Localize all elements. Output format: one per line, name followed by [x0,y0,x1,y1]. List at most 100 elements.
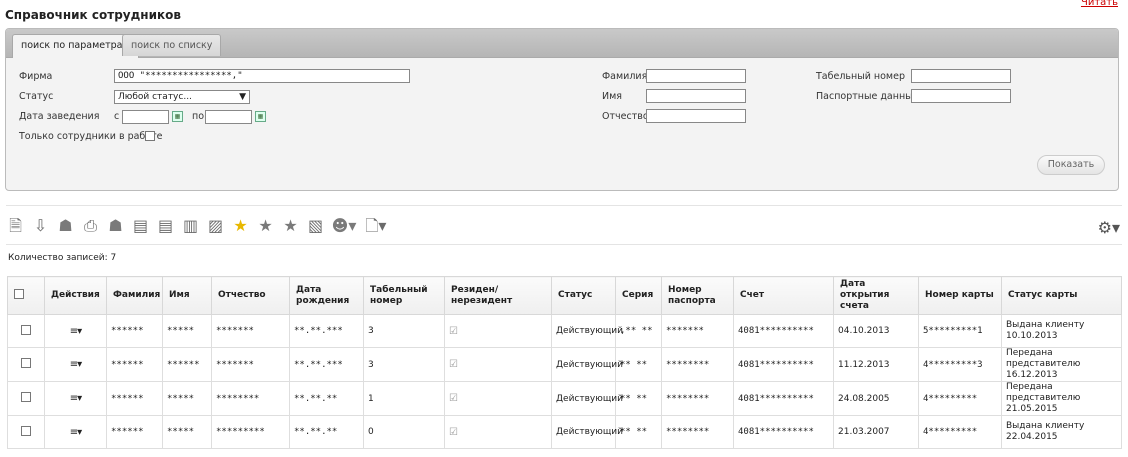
select-all-header[interactable] [7,276,45,315]
date-from-input[interactable] [122,110,169,124]
cell-birth-date: **.**.** [289,415,364,449]
col-status[interactable]: Статус [551,276,616,315]
date-to-input[interactable] [205,110,252,124]
firm-label: Фирма [19,71,53,82]
passport-input[interactable] [911,89,1011,103]
menu-icon[interactable]: ≡▾ [70,359,82,370]
row-select-cell[interactable] [7,415,45,449]
cell-birth-date: **.**.*** [289,347,364,382]
col-opened-date[interactable]: Дата открытия счета [833,276,919,315]
printer-icon[interactable]: ⎙ [81,216,100,236]
card-swap-icon[interactable]: ▥ [181,216,200,236]
toolbar: 🗎 ⇩ ☗ ⎙ ☗ ▤ ▤ ▥ ▨ ★ ★ ★ ▧ ☻▾ 🗋▾ [6,216,395,238]
col-tab-number[interactable]: Табельный номер [363,276,445,315]
star-gray-icon[interactable]: ★ [256,216,275,236]
col-passport[interactable]: Номер паспорта [661,276,734,315]
new-document-icon[interactable]: 🗎 [6,216,25,236]
row-select-cell[interactable] [7,314,45,348]
table-row[interactable]: ≡▾ ****** ***** ********* **.**.** 0 ☑ Д… [7,415,1122,449]
status-select[interactable]: Любой статус... ▼ [114,90,250,104]
star-edit-icon[interactable]: ★ [281,216,300,236]
card-edit-icon[interactable]: ▤ [156,216,175,236]
cell-account: 4081********** [733,415,834,449]
row-actions-cell[interactable]: ≡▾ [44,347,107,382]
table-row[interactable]: ≡▾ ****** ***** ******** **.**.** 1 ☑ Де… [7,381,1122,416]
row-select-cell[interactable] [7,381,45,416]
gear-icon[interactable]: ⚙▾ [1098,218,1120,237]
award-icon[interactable]: ☗ [56,216,75,236]
select-all-checkbox[interactable] [14,288,24,299]
col-first-name[interactable]: Имя [162,276,212,315]
cell-account: 4081********** [733,314,834,348]
row-checkbox[interactable] [21,324,31,335]
cards-stack-icon[interactable]: ▨ [206,216,225,236]
col-series[interactable]: Серия [615,276,662,315]
cell-card-number: 4********* [918,381,1002,416]
tab-search-list[interactable]: поиск по списку [122,34,222,56]
cell-passport: ******** [661,381,734,416]
tab-search-params[interactable]: поиск по параметрам [12,34,139,58]
download-icon[interactable]: ⇩ [31,216,50,236]
read-link[interactable]: Читать [1081,0,1118,8]
cell-opened-date: 11.12.2013 [833,347,919,382]
cell-last-name: ****** [106,381,163,416]
col-birth-date[interactable]: Дата рождения [289,276,364,315]
divider [6,244,1122,245]
table-row[interactable]: ≡▾ ****** ****** ******* **.**.*** 3 ☑ Д… [7,347,1122,382]
cell-tab-number: 3 [363,314,445,348]
cell-tab-number: 0 [363,415,445,449]
show-button[interactable]: Показать [1037,155,1105,175]
row-actions-cell[interactable]: ≡▾ [44,415,107,449]
users-dropdown-icon[interactable]: ☻▾ [331,216,357,236]
cell-status: Действующий [551,415,623,449]
first-name-input[interactable] [646,89,746,103]
search-panel: поиск по параметрам поиск по списку Фирм… [5,28,1119,191]
calendar-icon[interactable]: ▦ [255,111,266,122]
table-row[interactable]: ≡▾ ****** ***** ******* **.**.*** 3 ☑ Де… [7,314,1122,348]
col-card-number[interactable]: Номер карты [918,276,1002,315]
row-actions-cell[interactable]: ≡▾ [44,314,107,348]
middle-name-input[interactable] [646,109,746,123]
col-middle-name[interactable]: Отчество [211,276,290,315]
cell-middle-name: ********* [211,415,290,449]
document-dropdown-icon[interactable]: 🗋▾ [363,216,389,236]
tab-bar: поиск по параметрам поиск по списку [6,29,1118,58]
row-checkbox[interactable] [21,358,31,368]
row-checkbox[interactable] [21,425,31,436]
passport-label: Паспортные данные [816,91,919,102]
date-label: Дата заведения [19,111,100,122]
calendar-icon[interactable]: ▦ [172,111,183,122]
cell-card-number: 4*********3 [918,347,1002,382]
cell-first-name: ***** [162,415,212,449]
cell-card-status: Выдана клиенту 10.10.2013 [1001,314,1122,348]
cell-tab-number: 3 [363,347,445,382]
star-icon[interactable]: ★ [231,216,250,236]
cell-last-name: ****** [106,347,163,382]
col-account[interactable]: Счет [733,276,834,315]
award-dark-icon[interactable]: ☗ [106,216,125,236]
firm-input[interactable]: ООО "****************," [114,69,410,83]
menu-icon[interactable]: ≡▾ [70,326,82,337]
col-last-name[interactable]: Фамилия [106,276,163,315]
only-active-checkbox[interactable] [145,131,155,141]
row-actions-cell[interactable]: ≡▾ [44,381,107,416]
card-copy-icon[interactable]: ▧ [306,216,325,236]
cell-resident: ☑ [444,381,552,416]
col-actions[interactable]: Действия [44,276,107,315]
cell-passport: ******** [661,415,734,449]
cell-passport: ******** [661,347,734,382]
card-icon[interactable]: ▤ [131,216,150,236]
menu-icon[interactable]: ≡▾ [70,393,82,404]
row-checkbox[interactable] [21,392,31,402]
date-to-label: по [192,111,205,122]
cell-series: ** ** [615,381,662,416]
row-select-cell[interactable] [7,347,45,382]
last-name-input[interactable] [646,69,746,83]
col-card-status[interactable]: Статус карты [1001,276,1122,315]
tab-number-input[interactable] [911,69,1011,83]
col-resident[interactable]: Резиден/нерезидент [444,276,552,315]
status-select-value: Любой статус... [118,92,192,102]
checkmark-icon: ☑ [449,393,458,404]
cell-status: Действующий [551,347,623,382]
menu-icon[interactable]: ≡▾ [70,427,82,438]
